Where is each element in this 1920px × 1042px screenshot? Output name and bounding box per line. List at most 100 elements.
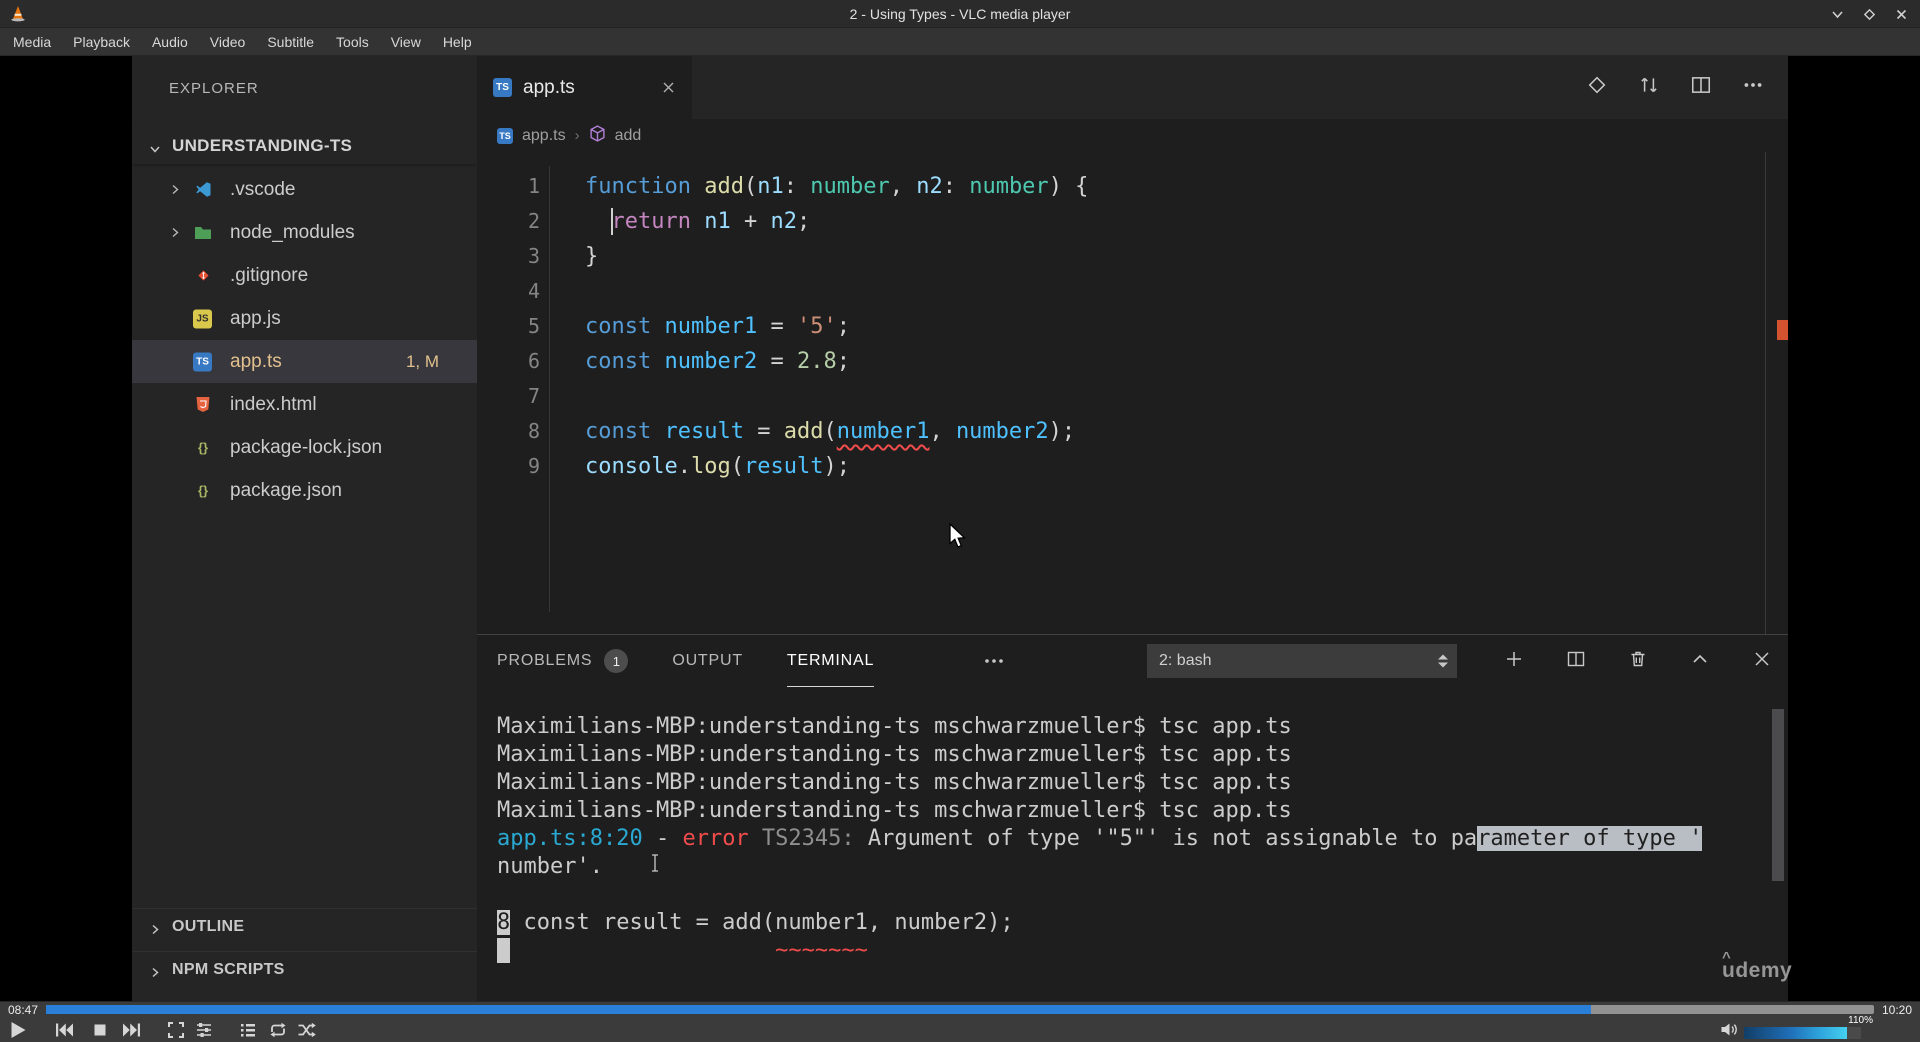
extended-settings-button[interactable] [194, 1020, 214, 1040]
html-icon [192, 394, 214, 416]
mute-toggle-speaker-icon[interactable] [1720, 1021, 1738, 1042]
select-arrows-icon [1438, 654, 1448, 668]
terminal-line: Maximilians-MBP:understanding-ts mschwar… [497, 714, 1292, 739]
code-text: const number1 = '5'; [585, 314, 850, 339]
split-terminal-icon [1566, 649, 1586, 674]
file-name: package-lock.json [230, 436, 383, 458]
chevron-right-icon [170, 222, 180, 244]
chevron-right-icon [150, 922, 160, 940]
next-button[interactable] [121, 1020, 142, 1040]
code-text: const number2 = 2.8; [585, 349, 850, 374]
terminal-line: ~~~~~~~ [497, 937, 1702, 965]
total-time: 10:20 [1881, 1002, 1913, 1017]
problems-count-badge: 1 [604, 649, 629, 673]
menu-item-view[interactable]: View [380, 28, 432, 56]
breadcrumb-file: app.ts [522, 126, 566, 144]
file-name: app.ts [230, 350, 282, 372]
tab-close-icon [661, 80, 676, 95]
code-text: return n1 + n2; [611, 209, 811, 234]
udemy-watermark: udemy [1722, 949, 1792, 983]
kill-terminal-trash-icon [1628, 649, 1648, 674]
line-number: 9 [527, 454, 540, 478]
explorer-title: EXPLORER [169, 80, 259, 97]
loop-button[interactable] [268, 1020, 288, 1040]
sidebar-section-npm-scripts: NPM SCRIPTS [132, 951, 477, 987]
mouse-cursor [948, 522, 971, 554]
code-line-5: 5 const number1 = '5'; [477, 309, 1788, 344]
code-editor: 1 function add(n1: number, n2: number) {2… [477, 152, 1788, 634]
file-item-app.js: JS app.js [132, 297, 477, 340]
panel-tab-output: OUTPUT [672, 652, 743, 669]
line-number: 4 [527, 279, 540, 303]
menu-item-tools[interactable]: Tools [325, 28, 380, 56]
file-item-node_modules: node_modules [132, 211, 477, 254]
line-number: 8 [527, 419, 540, 443]
panel-more-icon [983, 651, 1005, 676]
open-changes-icon [1586, 74, 1608, 101]
panel-actions [1504, 635, 1772, 687]
playlist-button[interactable] [238, 1020, 258, 1040]
maximize-panel-icon [1690, 649, 1710, 674]
editor-text-cursor [611, 208, 614, 235]
explorer-root-folder: UNDERSTANDING-TS [132, 128, 477, 164]
elapsed-time: 08:47 [7, 1002, 39, 1017]
terminal-line: number'. [497, 854, 603, 879]
chevron-right-icon [150, 965, 160, 983]
menu-item-media[interactable]: Media [2, 28, 62, 56]
chevron-right-icon [170, 179, 180, 201]
controls-bar: 08:47 10:20 110% [0, 1001, 1920, 1042]
seek-row: 08:47 10:20 [0, 1002, 1920, 1017]
transport-controls [8, 1016, 317, 1042]
chevron-down-icon [149, 140, 161, 160]
panel-tabs: PROBLEMS 1 OUTPUT TERMINAL [497, 635, 874, 687]
menu-item-help[interactable]: Help [432, 28, 483, 56]
volume-percent: 110% [1848, 1015, 1873, 1026]
terminal-line: 8 const result = add(number1, number2); [497, 910, 1014, 935]
file-item-app.ts: TS app.ts 1, M [132, 340, 477, 383]
menu-item-video[interactable]: Video [199, 28, 257, 56]
editor-actions [1586, 74, 1764, 101]
line-number: 3 [527, 244, 540, 268]
menu-item-audio[interactable]: Audio [141, 28, 199, 56]
ts-file-icon: TS [497, 127, 513, 144]
file-name: app.js [230, 307, 281, 329]
menu-item-playback[interactable]: Playback [62, 28, 141, 56]
file-item-package.json: {} package.json [132, 469, 477, 512]
compare-changes-icon [1638, 74, 1660, 101]
ts-icon: TS [193, 352, 212, 371]
maximize-icon[interactable] [1862, 7, 1876, 21]
code-text: const result = add(number1, number2); [585, 419, 1076, 444]
line-number: 1 [527, 174, 540, 198]
code-text: } [585, 244, 599, 269]
stop-button[interactable] [91, 1021, 109, 1039]
play-button[interactable] [8, 1020, 28, 1040]
sidebar-section-outline: OUTLINE [132, 908, 477, 944]
menu-item-subtitle[interactable]: Subtitle [256, 28, 325, 56]
file-name: package.json [230, 479, 342, 501]
volume-slider[interactable] [1744, 1027, 1861, 1039]
title-bar[interactable]: 2 - Using Types - VLC media player [0, 0, 1920, 28]
seek-slider[interactable] [46, 1005, 1874, 1014]
minimize-icon[interactable] [1830, 7, 1844, 21]
vscode-folder-icon [192, 179, 214, 201]
line-number: 7 [527, 384, 540, 408]
editor-tab-bar: TS app.ts [477, 56, 1788, 119]
section-label: OUTLINE [172, 917, 245, 935]
video-surface[interactable]: EXPLORER UNDERSTANDING-TS .vscode node_mo… [0, 56, 1920, 1001]
file-item-package-lock.json: {} package-lock.json [132, 426, 477, 469]
explorer-sidebar: EXPLORER UNDERSTANDING-TS .vscode node_mo… [132, 56, 477, 1001]
window-controls [1830, 0, 1908, 28]
close-icon[interactable] [1894, 7, 1908, 21]
terminal-line: app.ts:8:20 - error TS2345: Argument of … [497, 826, 1703, 851]
random-button[interactable] [296, 1020, 317, 1040]
terminal-line: Maximilians-MBP:understanding-ts mschwar… [497, 770, 1292, 795]
previous-button[interactable] [54, 1020, 75, 1040]
tab-label: app.ts [523, 76, 575, 98]
code-line-3: 3} [477, 239, 1788, 274]
shell-select-value: 2: bash [1159, 652, 1212, 669]
root-folder-name: UNDERSTANDING-TS [172, 136, 353, 155]
json-icon: {} [197, 440, 209, 455]
fullscreen-button[interactable] [166, 1020, 186, 1040]
window-title: 2 - Using Types - VLC media player [849, 6, 1071, 22]
